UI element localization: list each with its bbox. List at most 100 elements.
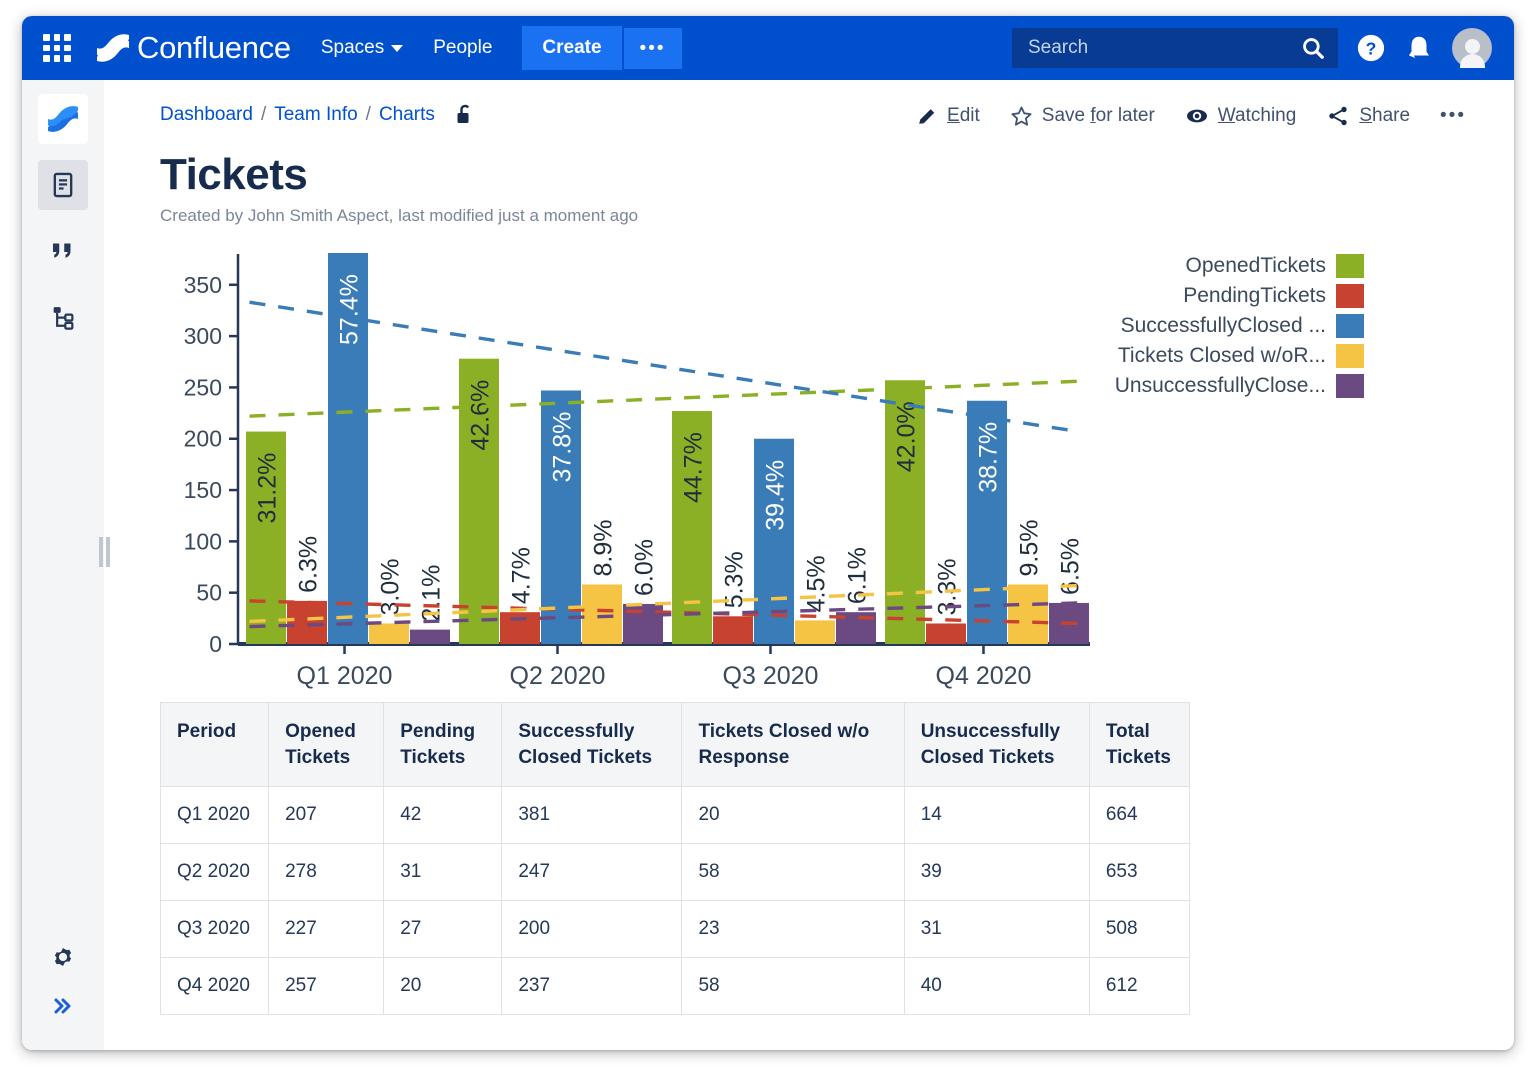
nav-people[interactable]: People <box>433 37 492 59</box>
legend-label: Tickets Closed w/oR... <box>1118 344 1326 368</box>
legend-item[interactable]: UnsuccessfullyClose... <box>1115 371 1364 401</box>
breadcrumb-item-charts[interactable]: Charts <box>379 104 435 126</box>
help-icon[interactable]: ? <box>1356 33 1386 63</box>
search-icon[interactable] <box>1300 35 1326 61</box>
space-sidebar <box>22 80 104 1050</box>
table-cell: 237 <box>502 958 682 1015</box>
table-row: Q2 2020278312475839653 <box>161 844 1190 901</box>
share-button[interactable]: Share <box>1326 104 1410 128</box>
watching-button[interactable]: Watching <box>1185 104 1297 128</box>
col-period[interactable]: Period <box>161 703 269 787</box>
sidebar-item-confluence-logo[interactable] <box>38 94 88 144</box>
search-input[interactable] <box>1028 37 1300 59</box>
legend-item[interactable]: SuccessfullyClosed ... <box>1115 311 1364 341</box>
create-more-button[interactable]: ••• <box>624 28 682 69</box>
table-header-row: Period OpenedTickets PendingTickets Succ… <box>161 703 1190 787</box>
sidebar-expand-button[interactable] <box>49 994 77 1018</box>
confluence-home-link[interactable]: Confluence <box>96 30 291 66</box>
legend-item[interactable]: PendingTickets <box>1115 281 1364 311</box>
page-content: Dashboard / Team Info / Charts Ed <box>104 80 1514 1050</box>
sidebar-item-page-tree[interactable] <box>38 292 88 342</box>
col-unsuccessfully-closed-tickets[interactable]: UnsuccessfullyClosed Tickets <box>904 703 1089 787</box>
edit-accesskey: E <box>947 105 960 126</box>
confluence-space-logo-icon <box>47 105 79 133</box>
col-opened-tickets[interactable]: OpenedTickets <box>269 703 384 787</box>
x-tick-label: Q3 2020 <box>723 662 819 690</box>
chart-bar[interactable] <box>926 623 966 644</box>
bar-value-label: 8.9% <box>590 519 618 576</box>
create-button[interactable]: Create <box>522 26 621 70</box>
col-tickets-closed-wo-response[interactable]: Tickets Closed w/oResponse <box>682 703 904 787</box>
y-tick-label: 0 <box>209 631 222 657</box>
page-meta: Created by John Smith Aspect, last modif… <box>160 206 1474 226</box>
breadcrumb-item-dashboard[interactable]: Dashboard <box>160 104 253 126</box>
gear-icon <box>48 942 78 972</box>
table-cell: Q1 2020 <box>161 787 269 844</box>
y-tick-label: 300 <box>184 323 222 349</box>
x-tick-label: Q2 2020 <box>510 662 606 690</box>
legend-label: UnsuccessfullyClose... <box>1115 374 1326 398</box>
share-accesskey: S <box>1359 105 1372 126</box>
pages-icon <box>49 171 77 199</box>
table-cell: 31 <box>384 844 502 901</box>
table-cell: 58 <box>682 844 904 901</box>
bar-value-label: 3.0% <box>377 558 405 615</box>
table-cell: 200 <box>502 901 682 958</box>
page-tree-icon <box>49 303 77 331</box>
brand-name: Confluence <box>137 30 291 66</box>
legend-item[interactable]: Tickets Closed w/oR... <box>1115 341 1364 371</box>
save-for-later-button[interactable]: Save for later <box>1010 105 1155 128</box>
watching-label: Watching <box>1218 105 1297 127</box>
legend-swatch <box>1336 284 1364 308</box>
bar-value-label: 6.3% <box>295 536 323 593</box>
chart-bar[interactable] <box>369 623 409 644</box>
legend-swatch <box>1336 314 1364 338</box>
edit-button[interactable]: Edit <box>916 105 980 127</box>
search-box[interactable] <box>1012 28 1338 68</box>
legend-swatch <box>1336 344 1364 368</box>
bar-value-label: 4.7% <box>508 547 536 604</box>
table-cell: 42 <box>384 787 502 844</box>
sidebar-bottom-group <box>22 942 104 1018</box>
user-avatar[interactable] <box>1452 28 1492 68</box>
breadcrumb-item-team-info[interactable]: Team Info <box>274 104 357 126</box>
table-row: Q1 2020207423812014664 <box>161 787 1190 844</box>
table-cell: Q2 2020 <box>161 844 269 901</box>
nav-spaces[interactable]: Spaces <box>321 37 403 59</box>
chart-bar[interactable] <box>582 584 622 644</box>
notifications-bell-icon[interactable] <box>1404 33 1434 63</box>
chart-bar[interactable] <box>1008 584 1048 644</box>
table-cell: 653 <box>1089 844 1189 901</box>
legend-item[interactable]: OpenedTickets <box>1115 251 1364 281</box>
unlock-icon[interactable] <box>453 102 477 128</box>
sidebar-item-pages[interactable] <box>38 160 88 210</box>
table-cell: 58 <box>682 958 904 1015</box>
col-successfully-closed-tickets[interactable]: SuccessfullyClosed Tickets <box>502 703 682 787</box>
bar-value-label: 44.7% <box>680 432 708 503</box>
double-chevron-right-icon <box>49 994 77 1018</box>
bar-value-label: 39.4% <box>762 460 790 531</box>
eye-icon <box>1185 104 1209 128</box>
table-cell: 227 <box>269 901 384 958</box>
page-more-actions-button[interactable]: ••• <box>1440 105 1466 127</box>
col-pending-tickets[interactable]: PendingTickets <box>384 703 502 787</box>
col-total-tickets[interactable]: TotalTickets <box>1089 703 1189 787</box>
y-tick-label: 50 <box>196 580 222 606</box>
save-for-later-label: Save for later <box>1042 105 1155 127</box>
sidebar-item-blog[interactable] <box>38 226 88 276</box>
x-tick-label: Q4 2020 <box>936 662 1032 690</box>
chart-bar[interactable] <box>713 616 753 644</box>
table-cell: 20 <box>682 787 904 844</box>
chart-bar[interactable] <box>287 601 327 644</box>
nav-spaces-label: Spaces <box>321 37 384 59</box>
legend-label: OpenedTickets <box>1186 254 1326 278</box>
y-tick-label: 150 <box>184 477 222 503</box>
app-switcher-icon[interactable] <box>40 31 74 65</box>
bar-value-label: 6.0% <box>631 539 659 596</box>
chart-bar[interactable] <box>500 612 540 644</box>
share-icon <box>1326 104 1350 128</box>
chart-bar[interactable] <box>410 630 450 644</box>
chart-bar[interactable] <box>795 620 835 644</box>
sidebar-item-settings[interactable] <box>48 942 78 972</box>
table-head: Period OpenedTickets PendingTickets Succ… <box>161 703 1190 787</box>
